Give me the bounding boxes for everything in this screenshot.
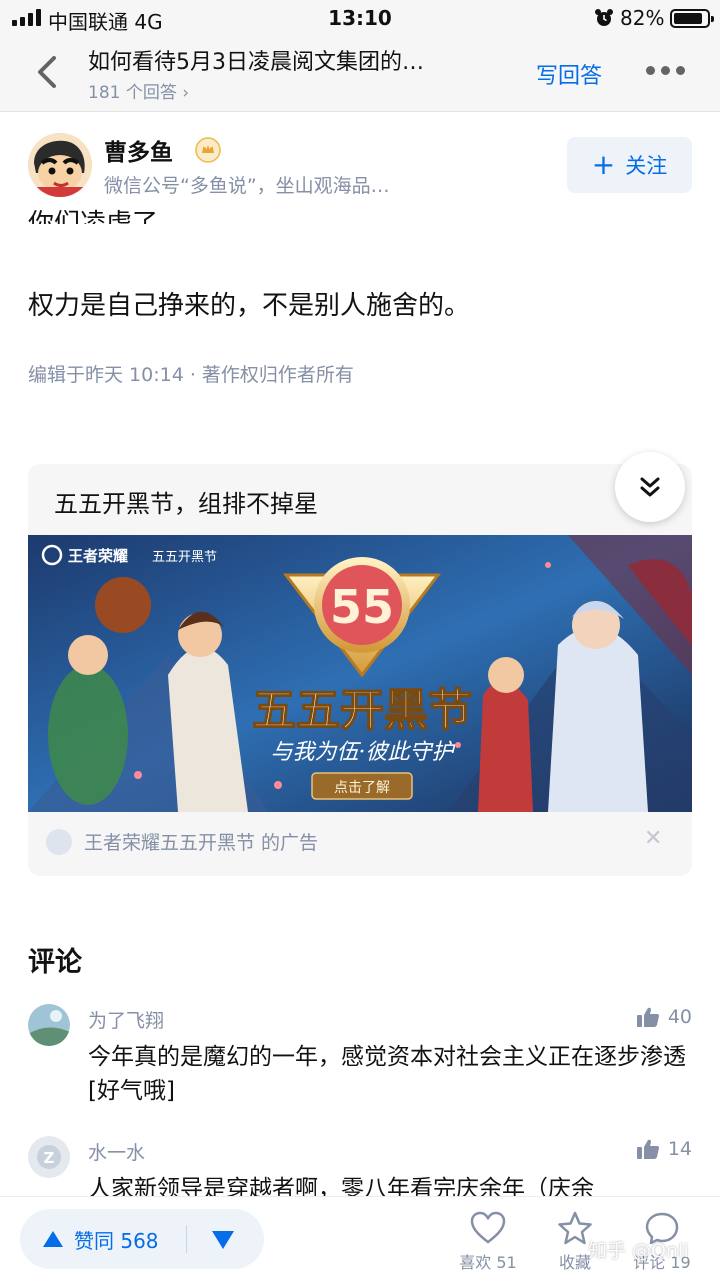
battery-icon: [670, 9, 714, 28]
collapse-button[interactable]: [615, 452, 685, 522]
banner-headline: 五五开黑节: [252, 685, 472, 736]
banner-slogan: 与我为伍·彼此守护: [271, 740, 457, 765]
commenter-avatar[interactable]: Z: [28, 1136, 70, 1178]
status-bar: 中国联通 4G 13:10 82%: [0, 0, 720, 36]
vote-divider: [186, 1225, 187, 1253]
comment-text: 今年真的是魔幻的一年，感觉资本对社会主义正在逐步渗透[好气哦]: [88, 1044, 686, 1104]
answer-count-link[interactable]: 181 个回答 ›: [88, 78, 189, 103]
comment-like-button[interactable]: 14: [636, 1138, 692, 1160]
banner-cta[interactable]: 点击了解: [334, 780, 390, 796]
comment-like-count: 40: [667, 1006, 692, 1028]
cartoon-avatar-icon: [28, 133, 92, 197]
plus-icon: +: [591, 148, 616, 181]
comments-heading: 评论: [28, 947, 82, 978]
vote-group: 赞同 568: [20, 1209, 264, 1269]
close-icon[interactable]: ✕: [644, 826, 662, 851]
commenter-name[interactable]: 水一水: [88, 1138, 145, 1165]
question-title[interactable]: 如何看待5月3日凌晨阅文集团的…: [88, 44, 508, 76]
thumb-up-icon: [636, 1139, 659, 1159]
follow-button[interactable]: + 关注: [567, 137, 692, 193]
write-answer-button[interactable]: 写回答: [536, 58, 602, 90]
comment-like-button[interactable]: 40: [636, 1006, 692, 1028]
thumb-up-icon: [636, 1007, 659, 1027]
banner-badge: 55: [330, 580, 394, 634]
ad-card[interactable]: 五五开黑节，组排不掉星 55 五五开黑节 与我为伍·彼此守护 点击了解 王者荣耀…: [28, 464, 692, 876]
upvote-label: 赞同 568: [74, 1228, 159, 1253]
author-name[interactable]: 曹多鱼: [104, 133, 173, 167]
banner-brand: 王者荣耀: [68, 547, 128, 565]
comment-like-count: 14: [667, 1138, 692, 1160]
commenter-name[interactable]: 为了飞翔: [88, 1006, 164, 1033]
comment-text: 人家新领导是穿越者啊，零八年看完庆余年（庆余: [88, 1176, 594, 1198]
downvote-triangle-icon[interactable]: [210, 1229, 236, 1251]
nav-bar: 如何看待5月3日凌晨阅文集团的… 181 个回答 › 写回答: [0, 36, 720, 112]
more-options-icon[interactable]: [646, 66, 685, 75]
edit-meta: 编辑于昨天 10:14 · 著作权归作者所有: [28, 364, 354, 386]
like-button[interactable]: 喜欢 51: [453, 1207, 523, 1277]
banner-brand-event: 五五开黑节: [152, 550, 217, 565]
ad-source-label[interactable]: 王者荣耀五五开黑节 的广告: [84, 828, 318, 855]
upvote-button[interactable]: 赞同 568: [42, 1209, 159, 1269]
verified-badge-icon: [195, 137, 221, 163]
follow-label: 关注: [625, 154, 668, 178]
alarm-icon: [595, 9, 613, 26]
battery-percent: 82%: [620, 6, 665, 30]
heart-icon: [470, 1211, 506, 1244]
answer-paragraph: 权力是自己挣来的，不是别人施舍的。: [28, 291, 471, 321]
triangle-up-icon: [43, 1231, 63, 1247]
commenter-avatar[interactable]: [28, 1004, 70, 1046]
svg-text:Z: Z: [44, 1149, 55, 1167]
answer-partial-line: 你们凌虐了。: [28, 209, 185, 224]
double-chevron-down-icon: [640, 477, 660, 497]
comment-item: Z 水一水 14 人家新领导是穿越者啊，零八年看完庆余年（庆余: [28, 1136, 692, 1198]
zhihu-watermark: 知乎 @Qnli: [588, 1240, 689, 1262]
ad-footer: 王者荣耀五五开黑节 的广告 ✕: [28, 812, 692, 876]
comment-item: 为了飞翔 40 今年真的是魔幻的一年，感觉资本对社会主义正在逐步渗透[好气哦]: [28, 1004, 692, 1114]
author-bio: 微信公号“多鱼说”，坐山观海品…: [104, 175, 390, 197]
ad-banner-image[interactable]: 55 五五开黑节 与我为伍·彼此守护 点击了解 王者荣耀 五五开黑节: [28, 535, 692, 812]
ad-title[interactable]: 五五开黑节，组排不掉星: [54, 484, 318, 519]
back-arrow-icon[interactable]: [30, 52, 66, 92]
advertiser-logo-icon: [46, 829, 72, 855]
like-label: 喜欢 51: [459, 1253, 517, 1272]
author-avatar[interactable]: [28, 133, 92, 197]
